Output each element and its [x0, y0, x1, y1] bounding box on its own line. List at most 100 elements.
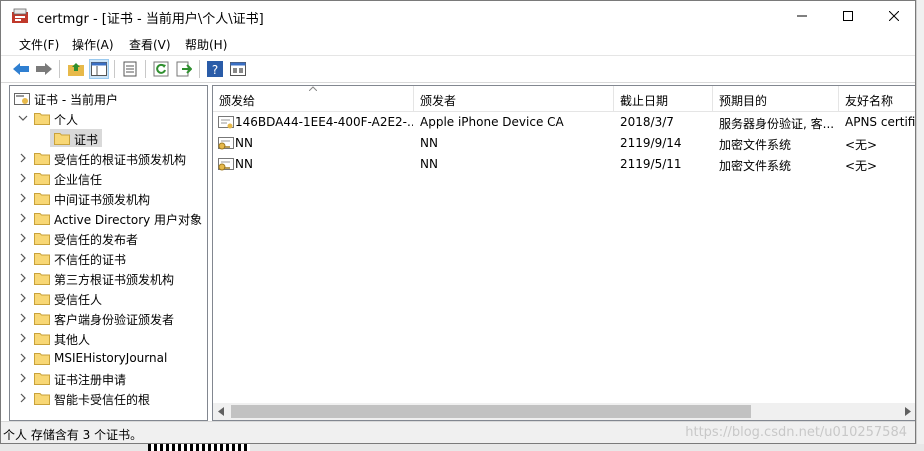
- scrollbar-thumb[interactable]: [231, 405, 751, 418]
- column-header-label: 截止日期: [620, 94, 669, 108]
- folder-icon: [34, 173, 50, 185]
- cell-issued-to: 146BDA44-1EE4-400F-A2E2-...: [235, 115, 413, 129]
- certmgr-app-icon: [12, 8, 28, 23]
- tree-item-certificates[interactable]: 证书: [10, 128, 207, 148]
- toolbar-separator: [114, 60, 115, 78]
- toolbar-separator: [145, 60, 146, 78]
- chevron-right-icon[interactable]: [18, 251, 28, 265]
- up-one-level-button[interactable]: [66, 59, 86, 79]
- cell-intended-purposes: 加密文件系统: [719, 138, 792, 152]
- view-button[interactable]: [228, 59, 248, 79]
- horizontal-scrollbar[interactable]: [213, 403, 915, 420]
- tree-item-label: 证书 - 当前用户: [34, 93, 118, 107]
- menu-file[interactable]: 文件(F): [19, 36, 59, 53]
- folder-icon: [34, 193, 50, 205]
- tree-item-third-party-root[interactable]: 第三方根证书颁发机构: [10, 268, 207, 288]
- tree-item-active-directory[interactable]: Active Directory 用户对象: [10, 208, 207, 228]
- column-header-expiration[interactable]: 截止日期: [614, 86, 713, 111]
- scroll-left-icon[interactable]: [217, 407, 225, 416]
- toolbar-separator: [199, 60, 200, 78]
- chevron-right-icon[interactable]: [18, 211, 28, 225]
- minimize-icon: [797, 15, 807, 17]
- back-arrow-icon: [13, 63, 29, 75]
- certmgr-window: certmgr - [证书 - 当前用户\个人\证书] 文件(F) 操作(A) …: [0, 0, 916, 444]
- tree-item-root[interactable]: 证书 - 当前用户: [10, 88, 207, 108]
- properties-button[interactable]: [120, 59, 140, 79]
- tree-item-label: MSIEHistoryJournal: [54, 351, 168, 365]
- folder-icon: [34, 153, 50, 165]
- tree-item-label: 客户端身份验证颁发者: [54, 313, 175, 327]
- close-button[interactable]: [871, 1, 915, 31]
- chevron-right-icon[interactable]: [18, 311, 28, 325]
- tree-item-trusted-root[interactable]: 受信任的根证书颁发机构: [10, 148, 207, 168]
- cell-friendly-name: APNS certificate: [845, 115, 916, 129]
- refresh-button[interactable]: [151, 59, 171, 79]
- chevron-right-icon[interactable]: [18, 191, 28, 205]
- tree-item-client-auth-issuers[interactable]: 客户端身份验证颁发者: [10, 308, 207, 328]
- chevron-down-icon[interactable]: [18, 111, 28, 125]
- tree-item-trusted-people[interactable]: 受信任人: [10, 288, 207, 308]
- menu-view[interactable]: 查看(V): [129, 36, 171, 53]
- column-header-label: 预期目的: [719, 94, 768, 108]
- help-icon: ?: [207, 61, 223, 77]
- forward-button[interactable]: [34, 59, 54, 79]
- table-row[interactable]: 146BDA44-1EE4-400F-A2E2-... Apple iPhone…: [213, 112, 916, 133]
- tree-item-enrollment-requests[interactable]: 证书注册申请: [10, 368, 207, 388]
- folder-icon: [34, 353, 50, 365]
- certificate-icon: [218, 116, 234, 129]
- cell-issued-by: NN: [420, 157, 438, 171]
- tree-item-enterprise-trust[interactable]: 企业信任: [10, 168, 207, 188]
- help-button[interactable]: ?: [205, 59, 225, 79]
- qr-code-fragment: [148, 444, 250, 451]
- title-bar[interactable]: certmgr - [证书 - 当前用户\个人\证书]: [1, 1, 915, 31]
- up-folder-icon: [68, 63, 84, 76]
- chevron-right-icon[interactable]: [18, 391, 28, 405]
- tree-item-label: 证书注册申请: [54, 373, 127, 387]
- maximize-button[interactable]: [825, 1, 871, 31]
- chevron-right-icon[interactable]: [18, 351, 28, 365]
- menu-bar: 文件(F) 操作(A) 查看(V) 帮助(H): [1, 31, 915, 56]
- tree-item-other-people[interactable]: 其他人: [10, 328, 207, 348]
- tree-item-trusted-publishers[interactable]: 受信任的发布者: [10, 228, 207, 248]
- tree-item-label: 受信任的发布者: [54, 233, 139, 247]
- background-window-edge: [916, 0, 924, 451]
- folder-open-icon: [54, 133, 70, 145]
- chevron-right-icon[interactable]: [18, 291, 28, 305]
- show-hide-tree-button[interactable]: [89, 59, 109, 79]
- chevron-right-icon[interactable]: [18, 151, 28, 165]
- svg-text:?: ?: [212, 63, 218, 77]
- chevron-right-icon[interactable]: [18, 231, 28, 245]
- chevron-right-icon[interactable]: [18, 271, 28, 285]
- column-header-issued-by[interactable]: 颁发者: [414, 86, 614, 111]
- chevron-right-icon[interactable]: [18, 171, 28, 185]
- export-list-button[interactable]: [174, 59, 194, 79]
- tree-item-smart-card-root[interactable]: 智能卡受信任的根: [10, 388, 207, 408]
- chevron-right-icon[interactable]: [18, 371, 28, 385]
- column-header-label: 友好名称: [845, 94, 894, 108]
- table-row[interactable]: NN NN 2119/5/11 加密文件系统 <无>: [213, 154, 915, 175]
- watermark: https://blog.csdn.net/u010257584: [685, 425, 907, 440]
- column-header-intended-purposes[interactable]: 预期目的: [713, 86, 839, 111]
- close-icon: [889, 11, 899, 21]
- folder-icon: [34, 373, 50, 385]
- scroll-right-icon[interactable]: [904, 407, 912, 416]
- certificate-list[interactable]: 颁发给 颁发者 截止日期 预期目的 友好名称 146BDA44-1EE4-400…: [212, 85, 916, 421]
- tree-pane[interactable]: 证书 - 当前用户 个人 证书 受信任的根证书颁发机构 企业信任 中间证书颁发机…: [9, 85, 208, 421]
- back-button[interactable]: [11, 59, 31, 79]
- tree-item-label: 证书: [74, 133, 99, 147]
- tree-item-intermediate-ca[interactable]: 中间证书颁发机构: [10, 188, 207, 208]
- menu-action[interactable]: 操作(A): [72, 36, 114, 53]
- tree-item-label: 不信任的证书: [54, 253, 127, 267]
- column-header-issued-to[interactable]: 颁发给: [213, 86, 414, 111]
- tree-item-untrusted[interactable]: 不信任的证书: [10, 248, 207, 268]
- column-header-friendly-name[interactable]: 友好名称: [839, 86, 915, 111]
- sort-ascending-icon: [309, 86, 317, 91]
- tree-item-msie-history-journal[interactable]: MSIEHistoryJournal: [10, 348, 207, 368]
- certificate-key-icon: [218, 158, 234, 171]
- chevron-right-icon[interactable]: [18, 331, 28, 345]
- minimize-button[interactable]: [779, 1, 825, 31]
- tree-item-personal[interactable]: 个人: [10, 108, 207, 128]
- export-list-icon: [176, 61, 192, 77]
- table-row[interactable]: NN NN 2119/9/14 加密文件系统 <无>: [213, 133, 915, 154]
- menu-help[interactable]: 帮助(H): [185, 36, 227, 53]
